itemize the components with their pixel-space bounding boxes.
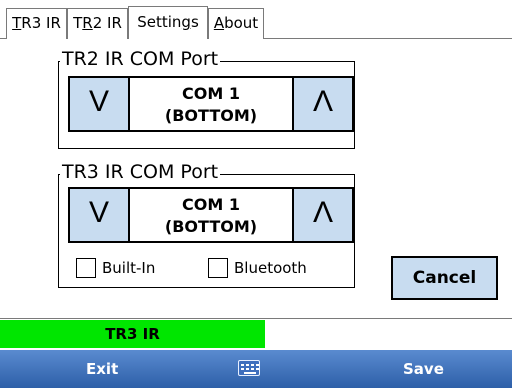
tr2-up-button[interactable]: Λ — [292, 76, 354, 132]
tab-label-part: s — [190, 13, 199, 31]
tab-label-part: 2 IR — [92, 14, 122, 32]
tab-tr3-ir[interactable]: TR3 IR — [6, 8, 67, 39]
tr2-group-title: TR2 IR COM Port — [60, 48, 221, 70]
tr2-com-line1: COM 1 — [182, 84, 240, 103]
tab-label-accel: g — [181, 13, 191, 31]
tr3-com-line2: (BOTTOM) — [164, 217, 258, 236]
bluetooth-checkbox-box[interactable] — [208, 258, 228, 278]
tr3-up-button[interactable]: Λ — [292, 187, 354, 243]
tr2-com-display: COM 1 (BOTTOM) — [128, 76, 294, 132]
bluetooth-checkbox[interactable]: Bluetooth — [208, 258, 307, 278]
tr3-com-line1: COM 1 — [182, 195, 240, 214]
keyboard-icon[interactable] — [238, 360, 260, 376]
tr3-group-title: TR3 IR COM Port — [60, 161, 221, 183]
builtin-checkbox-box[interactable] — [76, 258, 96, 278]
status-divider — [0, 318, 512, 319]
tr3-down-button[interactable]: V — [68, 187, 130, 243]
save-softkey[interactable]: Save — [403, 350, 444, 388]
tr2-com-line2: (BOTTOM) — [164, 106, 258, 125]
tab-settings[interactable]: Settings — [128, 6, 208, 40]
tr3-com-display: COM 1 (BOTTOM) — [128, 187, 294, 243]
bluetooth-label: Bluetooth — [234, 259, 307, 277]
builtin-checkbox[interactable]: Built-In — [76, 258, 155, 278]
tab-label-part: bout — [224, 14, 259, 32]
tr2-down-button[interactable]: V — [68, 76, 130, 132]
exit-softkey[interactable]: Exit — [86, 350, 118, 388]
tab-label-accel: T — [12, 14, 22, 32]
tab-label-part: R3 IR — [21, 14, 61, 32]
cancel-button[interactable]: Cancel — [391, 256, 498, 300]
status-indicator: TR3 IR — [0, 320, 265, 348]
tab-about[interactable]: About — [208, 8, 264, 39]
softkey-bar: Exit Save — [0, 350, 512, 388]
builtin-label: Built-In — [102, 259, 156, 277]
tab-label-part: T — [73, 14, 83, 32]
tab-label-accel: A — [213, 14, 225, 32]
tab-tr2-ir[interactable]: TR2 IR — [67, 8, 128, 39]
tab-label-accel: R — [82, 14, 93, 32]
tab-strip: TR3 IR TR2 IR Settings About — [0, 0, 512, 40]
tab-label-part: Settin — [137, 13, 182, 31]
